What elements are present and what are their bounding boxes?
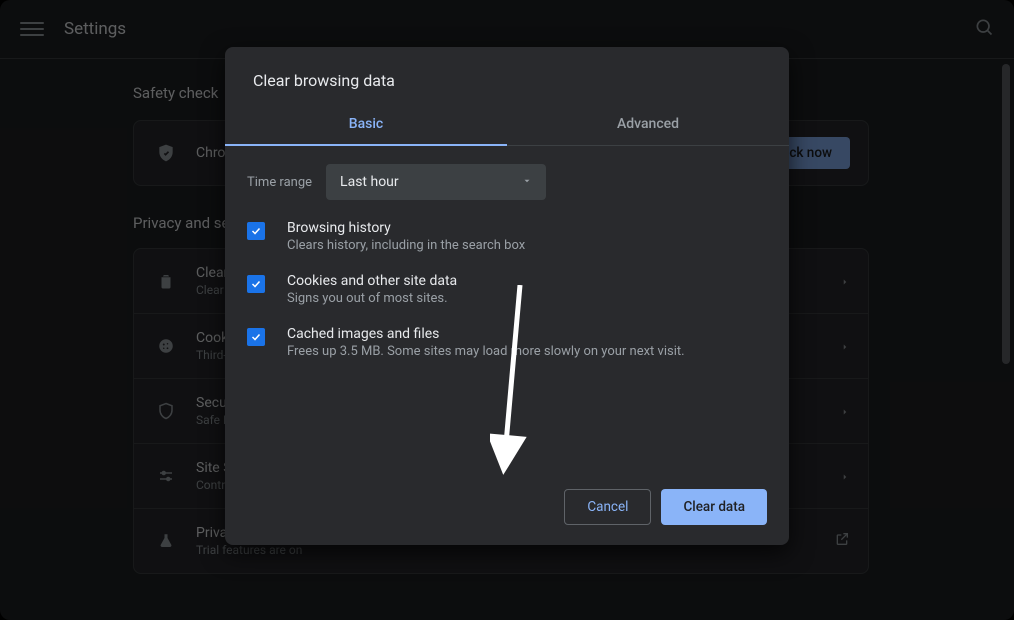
option-cache: Cached images and files Frees up 3.5 MB.… [225,316,789,369]
dialog-title: Clear browsing data [225,47,789,104]
time-range-dropdown[interactable]: Last hour [326,164,546,200]
chevron-down-icon [522,174,532,190]
clear-browsing-data-dialog: Clear browsing data Basic Advanced Time … [225,47,789,545]
checkbox-cache[interactable] [247,328,265,346]
option-sub: Clears history, including in the search … [287,238,761,253]
cancel-button[interactable]: Cancel [564,489,651,525]
dialog-actions: Cancel Clear data [225,469,789,525]
checkbox-browsing-history[interactable] [247,222,265,240]
option-title: Cached images and files [287,326,761,342]
clear-data-button[interactable]: Clear data [661,489,767,525]
settings-app: Settings Safety check Chrome can help ke… [0,0,1014,620]
tab-advanced[interactable]: Advanced [507,104,789,146]
time-range-label: Time range [247,175,312,190]
option-sub: Signs you out of most sites. [287,291,761,306]
option-title: Browsing history [287,220,761,236]
tab-basic[interactable]: Basic [225,104,507,146]
time-range-value: Last hour [340,174,399,190]
modal-backdrop[interactable]: Clear browsing data Basic Advanced Time … [0,0,1014,620]
option-sub: Frees up 3.5 MB. Some sites may load mor… [287,344,761,359]
option-cookies: Cookies and other site data Signs you ou… [225,263,789,316]
time-range-row: Time range Last hour [225,146,789,210]
option-title: Cookies and other site data [287,273,761,289]
dialog-tabs: Basic Advanced [225,104,789,146]
option-browsing-history: Browsing history Clears history, includi… [225,210,789,263]
checkbox-cookies[interactable] [247,275,265,293]
